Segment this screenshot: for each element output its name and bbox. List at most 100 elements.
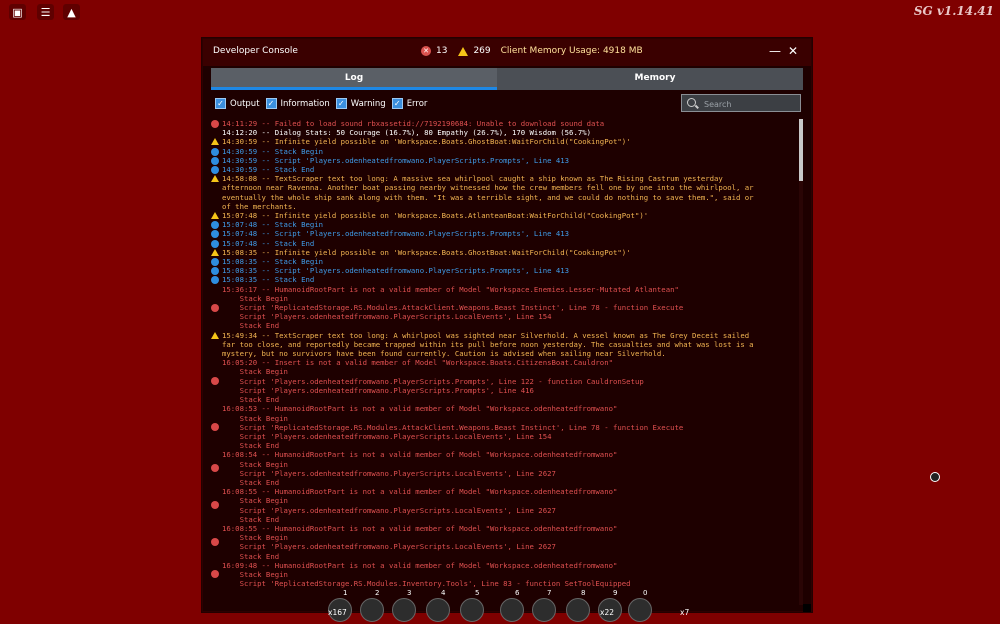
hotbar-slot-number: 9: [613, 589, 618, 597]
roblox-menu-icon[interactable]: ▣: [9, 4, 26, 20]
console-tabs: Log Memory: [211, 68, 803, 90]
hotbar-slot-number: 7: [547, 589, 552, 597]
log-line: Stack End: [222, 395, 280, 405]
warning-count-icon: [458, 46, 469, 56]
error-filter-label: Error: [406, 98, 428, 109]
hotbar-slot[interactable]: 8: [566, 589, 590, 622]
info-icon: [211, 257, 220, 267]
information-filter-label: Information: [280, 98, 330, 109]
hotbar-slot-number: 6: [515, 589, 520, 597]
info-icon: [211, 275, 220, 285]
output-icon: [211, 128, 220, 137]
error-checkbox[interactable]: ✓: [391, 98, 403, 109]
warning-checkbox[interactable]: ✓: [335, 98, 347, 109]
hotbar-slot-number: 0: [643, 589, 648, 597]
developer-console: Developer Console ✕ 13 269 Client Memory…: [202, 38, 812, 612]
hotbar-slot[interactable]: 0: [628, 589, 652, 622]
warning-count: 269: [473, 46, 491, 56]
search-box[interactable]: [681, 94, 801, 112]
log-line: Script 'Players.odenheatedfromwano.Playe…: [222, 385, 534, 395]
minimize-icon[interactable]: —: [769, 44, 781, 58]
warning-icon: [211, 174, 220, 211]
log-line: 15:36:17 -- HumanoidRootPart is not a va…: [222, 284, 679, 294]
backpack-icon[interactable]: ▲: [63, 4, 80, 20]
log-entry: 14:30:59 -- Infinite yield possible on '…: [211, 137, 801, 146]
log-output[interactable]: 14:11:29 -- Failed to load sound rbxasse…: [211, 119, 801, 605]
tab-memory[interactable]: Memory: [507, 68, 803, 90]
info-icon: [211, 147, 220, 156]
log-line: 15:08:35 -- Script 'Players.odenheatedfr…: [222, 266, 570, 276]
hotbar-slot[interactable]: 7: [532, 589, 556, 622]
hotbar-slot[interactable]: 2: [360, 589, 384, 622]
hotbar-slot-number: 3: [407, 589, 412, 597]
output-filter-label: Output: [230, 98, 260, 109]
hotbar-slot-number: 1: [343, 589, 348, 597]
log-entry: 15:08:35 -- Script 'Players.odenheatedfr…: [211, 266, 801, 276]
information-checkbox[interactable]: ✓: [265, 98, 277, 109]
search-input[interactable]: [702, 97, 798, 111]
chat-icon[interactable]: ☰: [37, 4, 54, 20]
error-count: 13: [436, 46, 448, 56]
error-icon: [211, 358, 220, 404]
log-line: afternoon near Ravenna. Another boat pas…: [222, 183, 754, 193]
log-line: 16:08:55 -- HumanoidRootPart is not a va…: [222, 523, 618, 533]
close-icon[interactable]: ✕: [788, 44, 798, 58]
log-line: Stack End: [222, 514, 280, 524]
hotbar-slot[interactable]: 5: [460, 589, 484, 622]
log-entry: 16:08:54 -- HumanoidRootPart is not a va…: [211, 450, 801, 487]
log-line: 16:08:53 -- HumanoidRootPart is not a va…: [222, 404, 618, 414]
log-filters: ✓ Output ✓ Information ✓ Warning ✓ Error: [213, 98, 427, 109]
info-icon: [211, 156, 220, 165]
log-line: eventually the whole ship sank along wit…: [222, 192, 754, 202]
scrollbar-thumb[interactable]: [799, 119, 803, 181]
log-line: 14:30:59 -- Stack Begin: [222, 146, 324, 156]
log-entry: 16:05:20 -- Insert is not a valid member…: [211, 358, 801, 404]
warning-icon: [211, 211, 220, 220]
log-line: Stack Begin: [222, 413, 288, 423]
info-icon: [211, 220, 220, 230]
output-checkbox[interactable]: ✓: [215, 98, 226, 109]
hotbar-item-count: x7: [680, 608, 690, 617]
log-line: 15:07:48 -- Stack Begin: [222, 220, 324, 230]
info-icon: [211, 239, 220, 248]
log-line: 16:08:55 -- HumanoidRootPart is not a va…: [222, 487, 618, 497]
log-entry: 16:08:55 -- HumanoidRootPart is not a va…: [211, 524, 801, 561]
log-line: 14:58:08 -- TextScraper text too long: A…: [222, 174, 723, 184]
log-line: Stack End: [222, 321, 280, 331]
log-line: Stack End: [222, 441, 280, 451]
console-stats: ✕ 13 269 Client Memory Usage: 4918 MB: [421, 46, 643, 56]
log-line: 16:08:54 -- HumanoidRootPart is not a va…: [222, 450, 618, 460]
error-icon: [211, 524, 220, 561]
log-entry: 14:30:59 -- Script 'Players.odenheatedfr…: [211, 156, 801, 165]
log-entry: 15:36:17 -- HumanoidRootPart is not a va…: [211, 285, 801, 331]
log-line: 16:05:20 -- Insert is not a valid member…: [222, 358, 613, 368]
tab-log[interactable]: Log: [211, 68, 497, 90]
log-entry: 14:30:59 -- Stack End: [211, 165, 801, 175]
warning-icon: [211, 137, 220, 146]
error-icon: [211, 119, 220, 128]
error-icon: [211, 561, 220, 589]
hotbar-slot[interactable]: 6: [500, 589, 524, 622]
hotbar-slot[interactable]: 3: [392, 589, 416, 622]
log-line: far too close, and reportedly became tra…: [222, 339, 754, 349]
error-icon: [211, 450, 220, 487]
log-line: Stack Begin: [222, 459, 288, 469]
log-entry: 15:07:48 -- Script 'Players.odenheatedfr…: [211, 229, 801, 239]
log-line: 14:11:29 -- Failed to load sound rbxasse…: [222, 119, 605, 128]
log-line: 15:08:35 -- Infinite yield possible on '…: [222, 247, 631, 257]
log-line: Stack Begin: [222, 533, 288, 543]
log-line: 15:07:48 -- Infinite yield possible on '…: [222, 211, 649, 221]
log-scrollbar[interactable]: [799, 119, 803, 605]
console-title: Developer Console: [213, 46, 298, 56]
warning-icon: [211, 248, 220, 257]
log-line: Stack End: [222, 551, 280, 561]
log-line: Script 'Players.odenheatedfromwano.Playe…: [222, 312, 552, 322]
log-entry: 16:08:53 -- HumanoidRootPart is not a va…: [211, 404, 801, 450]
error-icon: [211, 487, 220, 524]
log-entry: 16:09:48 -- HumanoidRootPart is not a va…: [211, 561, 801, 589]
hotbar-slot[interactable]: 4: [426, 589, 450, 622]
scrollbar-corner: [803, 604, 811, 612]
error-icon: [211, 285, 220, 331]
warning-filter-label: Warning: [350, 98, 386, 109]
console-titlebar[interactable]: Developer Console ✕ 13 269 Client Memory…: [203, 39, 811, 66]
